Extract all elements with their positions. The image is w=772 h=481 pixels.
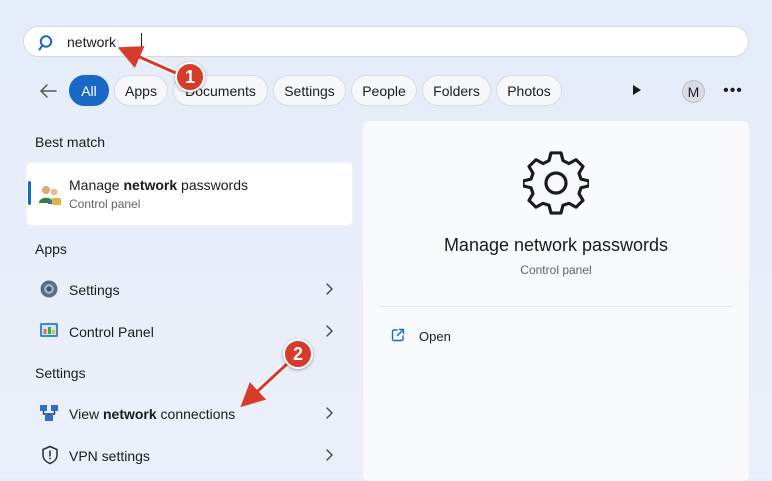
setting-label-vpn-settings: VPN settings (69, 448, 150, 464)
back-arrow-icon[interactable] (36, 79, 60, 103)
open-action[interactable]: Open (419, 329, 451, 344)
network-connections-icon (40, 405, 58, 421)
shield-icon (42, 445, 58, 465)
setting-label-view-network-connections: View network connections (69, 406, 236, 422)
search-input[interactable]: network (67, 34, 116, 50)
filter-all[interactable]: All (69, 75, 109, 106)
best-match-item[interactable] (27, 163, 352, 225)
chevron-right-icon (326, 325, 333, 337)
search-icon (38, 35, 53, 51)
text-caret (141, 33, 142, 52)
annotation-badge-1: 1 (175, 62, 205, 92)
more-options-icon[interactable]: ••• (722, 81, 744, 101)
search-box[interactable]: network (23, 26, 749, 57)
filter-photos[interactable]: Photos (496, 75, 562, 106)
account-avatar[interactable]: M (682, 80, 705, 103)
control-panel-icon (40, 323, 58, 337)
open-external-icon (391, 328, 405, 342)
filter-folders[interactable]: Folders (422, 75, 491, 106)
filter-settings[interactable]: Settings (273, 75, 346, 106)
chevron-right-icon (326, 283, 333, 295)
filter-apps[interactable]: Apps (114, 75, 168, 106)
section-settings: Settings (35, 365, 86, 381)
selection-indicator (28, 181, 31, 205)
detail-panel: Manage network passwords Control panel O… (363, 121, 749, 481)
annotation-badge-2: 2 (283, 339, 313, 369)
divider (379, 306, 733, 307)
section-apps: Apps (35, 241, 67, 257)
users-key-icon (39, 186, 61, 205)
app-label-control-panel: Control Panel (69, 324, 154, 340)
best-match-title: Manage network passwords (69, 177, 248, 193)
section-best-match: Best match (35, 134, 106, 150)
chevron-right-icon (326, 407, 333, 419)
play-icon[interactable] (630, 82, 644, 98)
chevron-right-icon (326, 449, 333, 461)
filter-people[interactable]: People (351, 75, 417, 106)
gear-icon (523, 151, 589, 215)
settings-gear-icon (40, 280, 58, 298)
detail-title: Manage network passwords (443, 235, 669, 255)
best-match-subtitle: Control panel (69, 197, 141, 211)
app-label-settings: Settings (69, 282, 120, 298)
detail-subtitle: Control panel (520, 263, 592, 277)
